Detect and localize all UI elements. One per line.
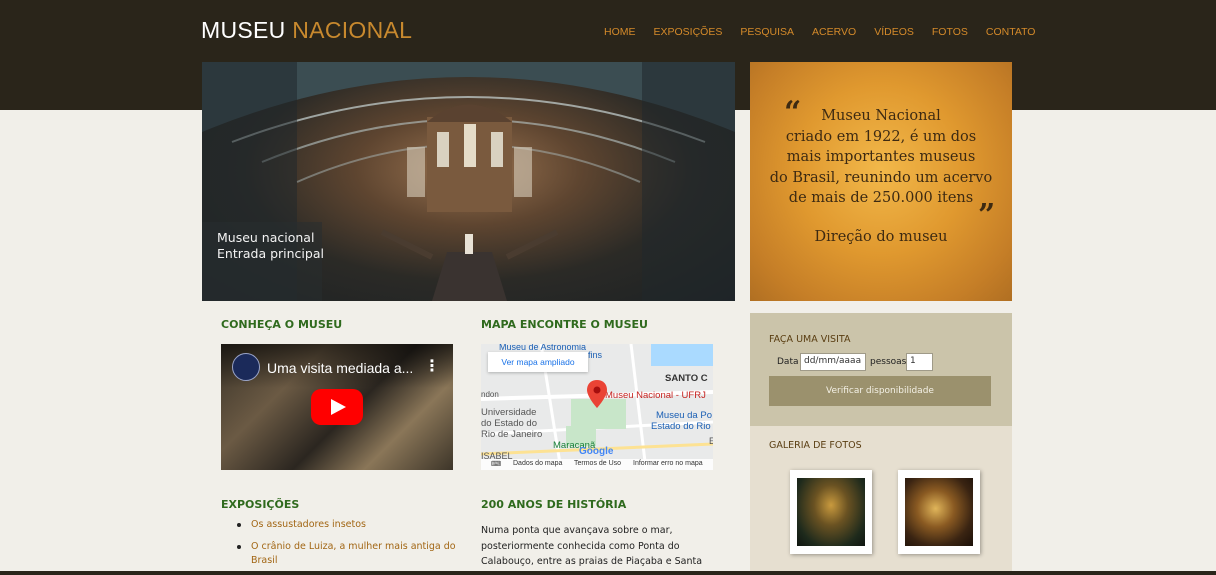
history-text: Numa ponta que avançava sobre o mar, pos…	[481, 525, 703, 575]
section-title-conheca: CONHEÇA O MUSEU	[221, 318, 343, 331]
check-availability-button[interactable]: Verificar disponibilidade	[769, 376, 991, 406]
nav-videos[interactable]: VÍDEOS	[874, 26, 914, 38]
logo-text-nacional: NACIONAL	[292, 17, 413, 43]
map-label: SANTO C	[665, 373, 708, 384]
map-label: Universidade	[481, 407, 537, 418]
close-quote-mark: ”	[978, 198, 996, 233]
play-button[interactable]	[311, 389, 363, 425]
quote-line: de mais de 250.000 itens	[788, 190, 974, 206]
bottom-border	[0, 571, 1216, 575]
gallery-photo-image	[797, 478, 865, 546]
quote-line: mais importantes museus	[786, 149, 976, 165]
exhibitions-list: Os assustadores insetos O crânio de Luiz…	[221, 518, 461, 575]
quote-line: criado em 1922, é um dos	[785, 128, 977, 145]
nav-fotos[interactable]: FOTOS	[932, 26, 968, 38]
quote-line: Museu Nacional	[821, 108, 941, 124]
nav-acervo[interactable]: ACERVO	[812, 26, 856, 38]
quote-text: Museu Nacional criado em 1922, é um dos …	[750, 106, 1012, 209]
gallery-photo[interactable]	[790, 470, 878, 560]
google-logo: Google	[579, 446, 614, 457]
hero-caption-line1: Museu nacional	[217, 230, 315, 245]
nav-exposicoes[interactable]: EXPOSIÇÕES	[654, 26, 723, 38]
gallery-photo[interactable]	[898, 470, 986, 560]
site-logo[interactable]: MUSEU NACIONAL	[201, 17, 412, 44]
keyboard-icon[interactable]: ⌨	[491, 460, 501, 468]
quote-box: “ Museu Nacional criado em 1922, é um do…	[750, 62, 1012, 301]
section-title-historia: 200 ANOS DE HISTÓRIA	[481, 498, 627, 511]
map-footer: ⌨ Dados do mapa Termos de Uso Informar e…	[481, 459, 713, 470]
logo-text-museu: MUSEU	[201, 17, 286, 43]
nav-pesquisa[interactable]: PESQUISA	[740, 26, 794, 38]
channel-avatar[interactable]	[232, 353, 260, 381]
hero-caption-line2: Entrada principal	[217, 246, 324, 261]
map-label: ndon	[481, 390, 499, 399]
list-item[interactable]: O crânio de Luiza, a mulher mais antiga …	[221, 540, 461, 568]
gallery-photo-image	[905, 478, 973, 546]
map-label: Rio de Janeiro	[481, 429, 543, 440]
map-label: do Estado do	[481, 418, 537, 429]
people-label: pessoas	[870, 357, 907, 367]
more-options-icon[interactable]: ⋮	[424, 358, 440, 374]
view-larger-map-button[interactable]: Ver mapa ampliado	[488, 352, 588, 372]
gallery-title: GALERIA DE FOTOS	[769, 440, 862, 451]
map-label: Museu de Astronomia	[499, 344, 587, 352]
video-title[interactable]: Uma visita mediada a...	[267, 360, 413, 376]
map-pin-icon[interactable]	[587, 380, 607, 408]
visit-panel: FAÇA UMA VISITA Data dd/mm/aaaa pessoas …	[750, 313, 1012, 426]
map-data-link[interactable]: Dados do mapa	[513, 460, 562, 467]
section-title-mapa: MAPA ENCONTRE O MUSEU	[481, 318, 648, 331]
report-error-link[interactable]: Informar erro no mapa	[633, 460, 703, 467]
quote-line: do Brasil, reunindo um acervo	[769, 169, 993, 186]
map-embed[interactable]: Ver mapa ampliado Museu de Astronomia fi…	[481, 344, 713, 470]
hero-image: Museu nacional Entrada principal	[202, 62, 735, 301]
section-title-exposicoes: EXPOSIÇÕES	[221, 498, 300, 511]
nav-home[interactable]: HOME	[604, 26, 636, 38]
list-item[interactable]: Os assustadores insetos	[221, 518, 461, 532]
main-nav: HOME EXPOSIÇÕES PESQUISA ACERVO VÍDEOS F…	[604, 26, 1053, 38]
map-label: Museu da Po	[656, 410, 712, 421]
visit-title: FAÇA UMA VISITA	[769, 334, 851, 345]
video-embed[interactable]: Uma visita mediada a... ⋮	[221, 344, 453, 470]
gallery-panel: GALERIA DE FOTOS	[750, 426, 1012, 575]
map-label: Museu Nacional - UFRJ	[605, 390, 706, 401]
date-label: Data	[777, 357, 799, 367]
map-label: E	[709, 436, 713, 446]
terms-link[interactable]: Termos de Uso	[574, 460, 621, 467]
hero-caption: Museu nacional Entrada principal	[202, 222, 324, 301]
quote-signature: Direção do museu	[814, 229, 948, 245]
people-input[interactable]: 1	[906, 353, 933, 371]
nav-contato[interactable]: CONTATO	[986, 26, 1036, 38]
map-label: Estado do Rio	[651, 421, 711, 432]
date-input[interactable]: dd/mm/aaaa	[800, 353, 866, 371]
map-label: fins	[588, 350, 603, 360]
